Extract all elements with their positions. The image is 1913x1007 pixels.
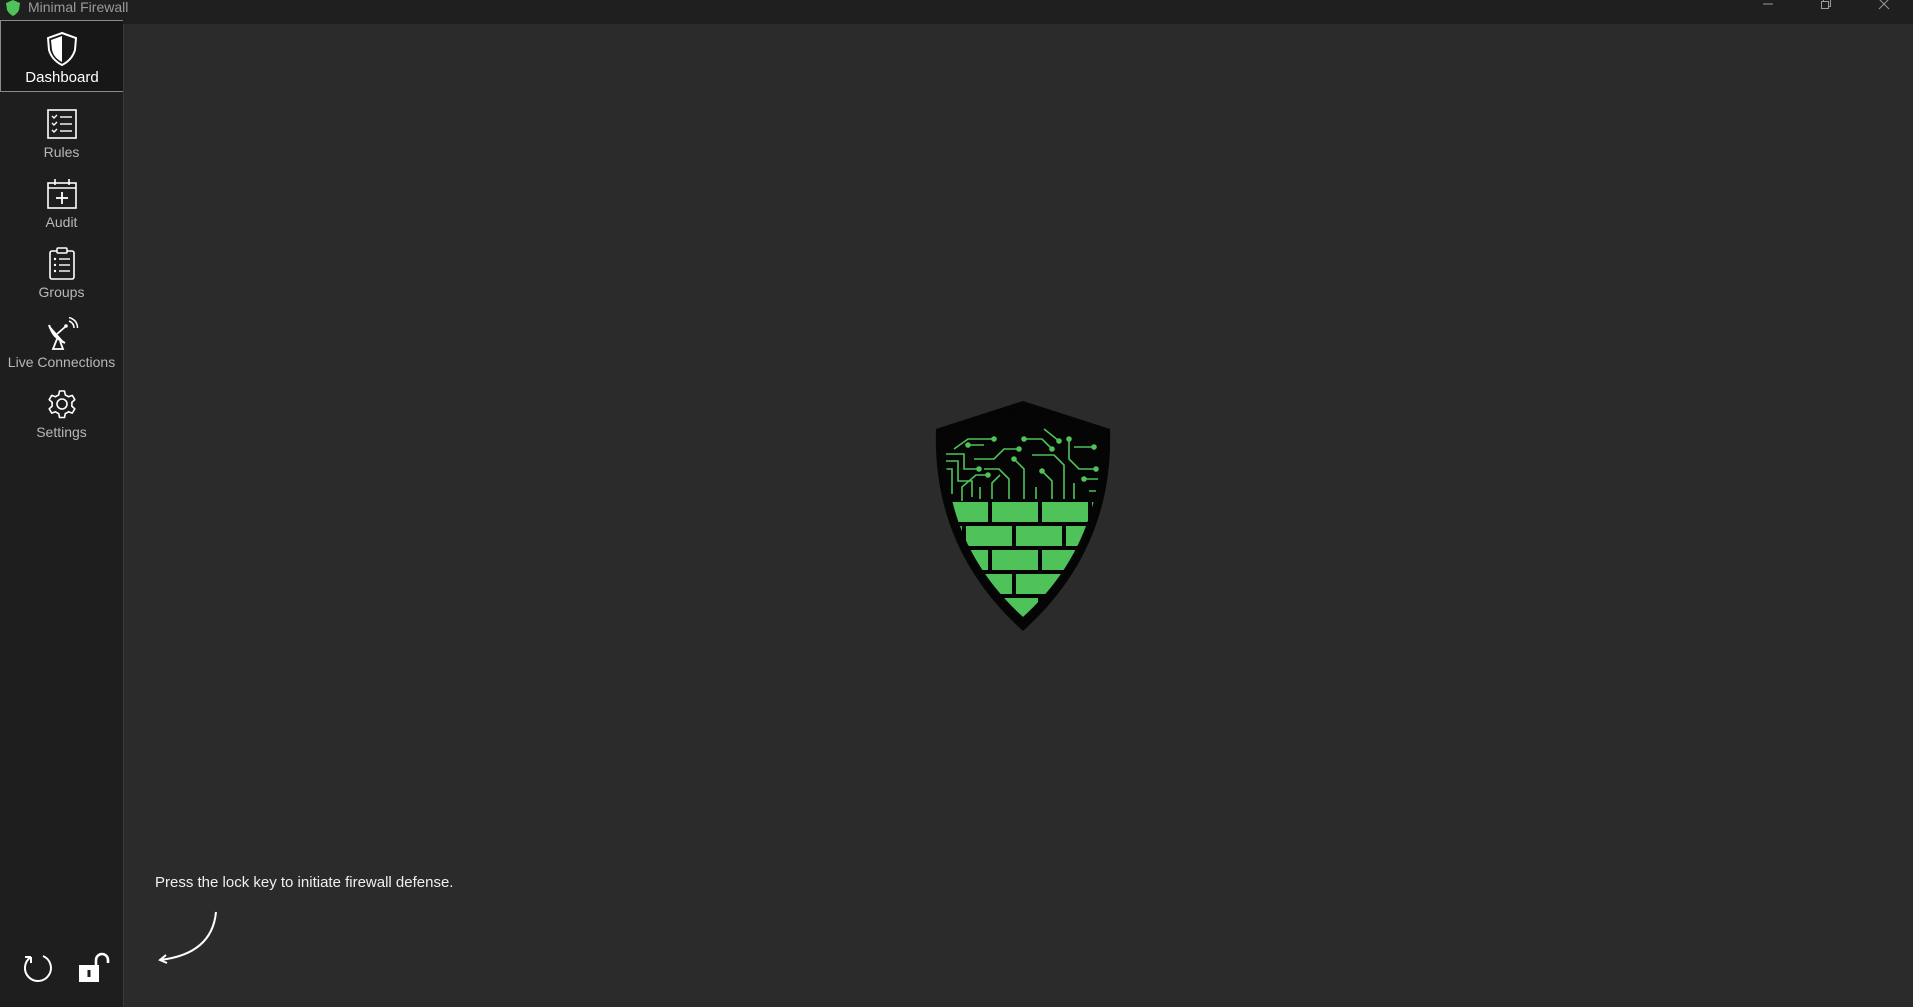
sidebar-item-rules[interactable]: Rules [0, 98, 123, 166]
unlock-icon [79, 952, 110, 982]
restore-icon [1821, 0, 1831, 9]
firewall-shield-logo [935, 401, 1111, 631]
calendar-add-icon [44, 176, 80, 212]
sidebar: Dashboard Rules Audit Groups Live Connec… [0, 20, 124, 1007]
minimize-button[interactable] [1739, 0, 1797, 24]
restore-button[interactable] [1797, 0, 1855, 24]
refresh-button[interactable] [18, 948, 58, 988]
sidebar-item-live-connections[interactable]: Live Connections [0, 308, 123, 376]
sidebar-item-label: Dashboard [25, 69, 99, 86]
minimize-icon [1763, 3, 1773, 5]
satellite-dish-icon [44, 316, 80, 352]
clipboard-list-icon [44, 246, 80, 282]
app-shield-icon [6, 0, 20, 16]
sidebar-item-label: Settings [36, 424, 87, 440]
close-icon [1878, 0, 1890, 10]
title-bar: Minimal Firewall [0, 0, 1913, 24]
lock-toggle-button[interactable] [74, 948, 114, 988]
window-controls [1739, 0, 1913, 24]
sidebar-item-label: Live Connections [7, 354, 116, 370]
sidebar-item-settings[interactable]: Settings [0, 378, 123, 446]
lock-instruction-text: Press the lock key to initiate firewall … [155, 874, 454, 891]
app-window: Minimal Firewall Dashboard Rules Audit G… [0, 0, 1913, 1007]
sidebar-item-audit[interactable]: Audit [0, 168, 123, 236]
refresh-icon [24, 955, 52, 982]
sidebar-item-groups[interactable]: Groups [0, 238, 123, 306]
checklist-icon [44, 106, 80, 142]
close-button[interactable] [1855, 0, 1913, 24]
dashboard-panel: Press the lock key to initiate firewall … [124, 24, 1913, 1007]
shield-icon [44, 31, 80, 67]
window-title: Minimal Firewall [28, 0, 129, 15]
sidebar-item-dashboard[interactable]: Dashboard [0, 20, 123, 92]
sidebar-item-label: Rules [43, 144, 80, 160]
gear-icon [44, 386, 80, 422]
curved-arrow-icon [158, 911, 217, 964]
sidebar-item-label: Groups [38, 284, 85, 300]
sidebar-item-label: Audit [45, 214, 78, 230]
